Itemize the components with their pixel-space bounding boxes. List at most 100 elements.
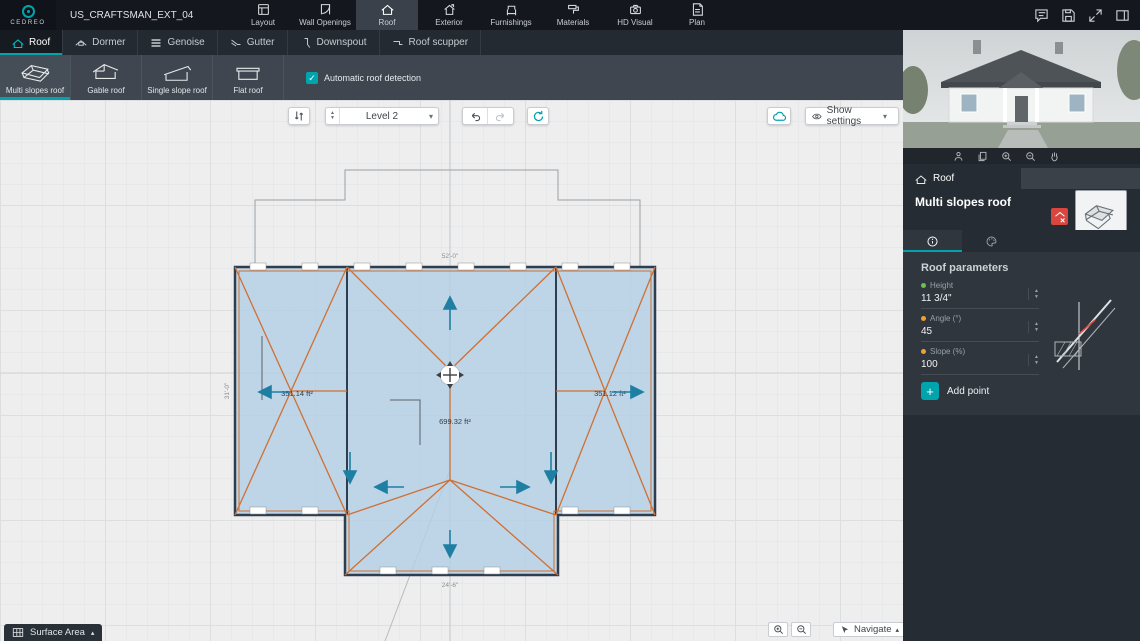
level-stepper[interactable]: ▲ ▼ (326, 108, 340, 124)
walkthrough-person-icon[interactable] (953, 151, 964, 162)
comment-icon[interactable] (1034, 8, 1049, 23)
redo-button[interactable] (488, 108, 513, 124)
tab-label: Roof (378, 18, 396, 27)
level-transfer-button[interactable] (288, 107, 310, 125)
zoom-out-button[interactable] (791, 622, 811, 637)
level-selector[interactable]: ▲ ▼ Level 2 ▾ (325, 107, 439, 125)
parameter-label: Angle (°) (930, 314, 962, 323)
surface-area-label: Surface Area (30, 627, 85, 638)
ribbon-tab-downspout[interactable]: Downspout (288, 30, 380, 55)
tab-exterior[interactable]: Exterior (418, 0, 480, 30)
surface-area-button[interactable]: Surface Area ▴ (4, 624, 103, 641)
refresh-roof-button[interactable] (527, 107, 549, 125)
roof-icon (915, 174, 927, 184)
multi-slopes-roof-button[interactable]: Multi slopes roof (0, 55, 71, 100)
fullscreen-icon[interactable] (1088, 8, 1103, 23)
delete-roof-button[interactable] (1051, 208, 1068, 225)
panel-layout-icon[interactable] (1115, 8, 1130, 23)
ribbon-tab-genoise[interactable]: Genoise (138, 30, 218, 55)
automatic-roof-detection-checkbox[interactable]: ✓ Automatic roof detection (306, 55, 421, 100)
gable-roof-icon (92, 63, 119, 79)
tab-plan[interactable]: Plan (666, 0, 728, 30)
refresh-icon (533, 110, 543, 121)
redo-icon (495, 112, 505, 121)
add-point-button[interactable]: + Add point (921, 382, 989, 400)
dimension-left: 31'-0" (224, 382, 231, 399)
height-value-field[interactable]: 11 3/4" (921, 293, 1039, 304)
cursor-icon (841, 625, 849, 633)
tab-furnishings[interactable]: Furnishings (480, 0, 542, 30)
right-panel: Roof Multi slopes roof Roof parameters H… (903, 30, 1140, 641)
show-settings-label: Show settings (826, 105, 862, 127)
tab-roof[interactable]: Roof (356, 0, 418, 30)
tab-label: Layout (250, 18, 276, 27)
gutter-icon (230, 39, 241, 46)
ribbon-tab-roof-scupper[interactable]: Roof scupper (380, 30, 482, 55)
zoom-in-button[interactable] (768, 622, 788, 637)
tab-materials[interactable]: Materials (542, 0, 604, 30)
status-dot-icon (921, 316, 926, 321)
parameter-label: Slope (%) (930, 347, 966, 356)
panel-tab-label: Roof (933, 173, 955, 184)
navigate-label: Navigate (854, 624, 892, 635)
roof-ribbon: Roof Dormer Genoise Gutter Downspout Roo… (0, 30, 903, 55)
roof-icon (12, 38, 24, 48)
zoom-in-icon[interactable] (1001, 151, 1012, 162)
cedreo-logo-icon (21, 4, 35, 18)
parameter-row-slope: Slope (%) 100 ▲ ▼ (921, 347, 1039, 375)
3d-preview-viewport[interactable] (903, 30, 1140, 148)
parameter-tab-bar (903, 230, 1140, 252)
show-settings-dropdown[interactable]: Show settings ▾ (805, 105, 899, 127)
layout-icon (257, 3, 270, 16)
angle-value-field[interactable]: 45 (921, 326, 1039, 337)
ribbon-tab-roof[interactable]: Roof (0, 30, 64, 55)
cloud-sync-button[interactable] (767, 107, 791, 125)
gable-roof-button[interactable]: Gable roof (71, 55, 142, 100)
chevron-down-icon: ▾ (882, 111, 887, 121)
angle-stepper[interactable]: ▲ ▼ (1028, 321, 1039, 333)
parameters-title: Roof parameters (921, 262, 1009, 274)
zoom-out-icon[interactable] (1025, 151, 1036, 162)
document-icon (691, 3, 704, 16)
roof-type-label: Single slope roof (147, 85, 207, 95)
roof-plan-drawing: 52'-0" 31'-0" 24'-6" 351.14 ft² 699.32 f… (0, 100, 903, 641)
tab-style[interactable] (962, 230, 1021, 252)
dimension-top: 52'-0" (442, 253, 459, 260)
pan-hand-icon[interactable] (1049, 151, 1060, 162)
status-dot-icon (921, 349, 926, 354)
door-icon (319, 3, 332, 16)
tab-layout[interactable]: Layout (232, 0, 294, 30)
tab-label: Exterior (435, 18, 463, 27)
area-label-left: 351.14 ft² (281, 389, 313, 398)
panel-tab-bar: Roof (903, 168, 1140, 189)
ribbon-tab-dormer[interactable]: Dormer (63, 30, 139, 55)
dormer-icon (75, 39, 87, 46)
tab-label: Furnishings (490, 18, 532, 27)
cedreo-logo: CEDREO (0, 0, 56, 30)
parameter-label: Height (930, 281, 954, 290)
height-stepper[interactable]: ▲ ▼ (1028, 288, 1039, 300)
tab-info[interactable] (903, 230, 962, 252)
multi-slopes-roof-icon (1084, 205, 1114, 230)
pages-icon[interactable] (977, 151, 988, 162)
panel-tab-roof[interactable]: Roof (903, 168, 1021, 189)
undo-button[interactable] (463, 108, 489, 124)
navigate-dropdown[interactable]: Navigate ▴ (833, 622, 907, 637)
parameter-label-row: Height (921, 281, 1039, 290)
chevron-down-icon: ▼ (1034, 360, 1039, 366)
ribbon-tab-gutter[interactable]: Gutter (218, 30, 288, 55)
save-icon[interactable] (1061, 8, 1076, 23)
ribbon-tab-label: Dormer (92, 37, 126, 48)
parameter-label-row: Slope (%) (921, 347, 1039, 356)
top-bar: CEDREO US_CRAFTSMAN_EXT_04 Layout Wall O… (0, 0, 1140, 30)
slope-value-field[interactable]: 100 (921, 359, 1039, 370)
tab-wall-openings[interactable]: Wall Openings (294, 0, 356, 30)
cedreo-app: CEDREO US_CRAFTSMAN_EXT_04 Layout Wall O… (0, 0, 1140, 641)
tab-hd-visual[interactable]: HD Visual (604, 0, 666, 30)
floor-plan-canvas[interactable]: 52'-0" 31'-0" 24'-6" 351.14 ft² 699.32 f… (0, 100, 907, 641)
single-slope-roof-button[interactable]: Single slope roof (142, 55, 213, 100)
slope-stepper[interactable]: ▲ ▼ (1028, 354, 1039, 366)
flat-roof-button[interactable]: Flat roof (213, 55, 284, 100)
chevron-down-icon: ▼ (1034, 294, 1039, 300)
preview-toolbar (903, 148, 1140, 164)
